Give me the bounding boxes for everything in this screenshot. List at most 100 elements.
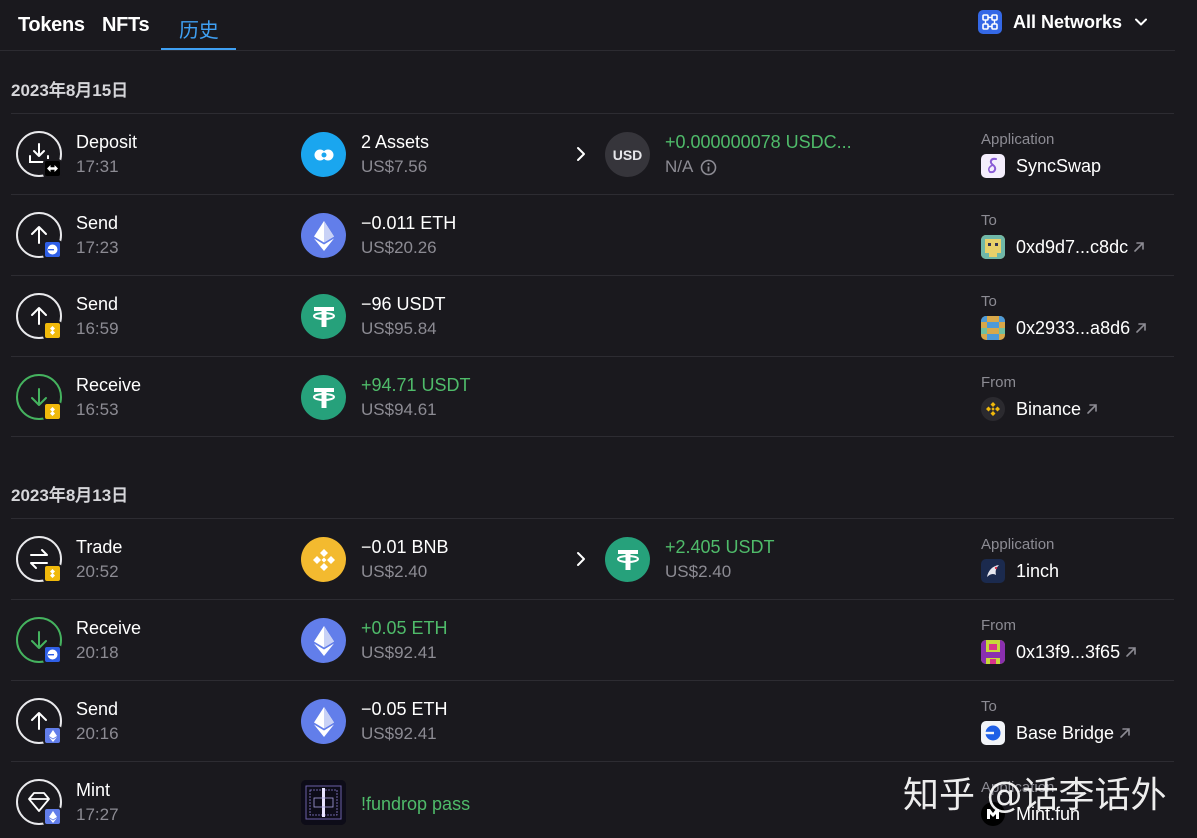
token-amount: 2 Assets	[361, 132, 430, 152]
transaction-row[interactable]: Receive 20:18 +0.05 ETH US$92.41 From 0x…	[11, 599, 1174, 680]
tab-tokens[interactable]: Tokens	[18, 14, 85, 37]
eth-token-icon	[301, 213, 346, 258]
counterparty[interactable]: 0x13f9...3f65	[981, 640, 1138, 664]
usd-value: US$95.84	[361, 319, 437, 338]
transaction-type: Receive	[76, 618, 142, 638]
received-amount: +0.000000078 USDC...	[665, 132, 852, 152]
history-screen: Tokens NFTs 历史 All Networks 2023年8月15日 D…	[0, 0, 1197, 838]
usdt-token-icon	[301, 375, 346, 420]
ethereum-chain-badge	[43, 726, 62, 745]
networks-icon	[978, 10, 1002, 34]
chevron-down-icon	[1135, 18, 1148, 26]
token-amount: −0.05 ETH	[361, 699, 448, 719]
date-header: 2023年8月13日	[11, 486, 129, 505]
chevron-right-icon	[577, 552, 585, 566]
nft-thumbnail	[301, 780, 346, 825]
usd-value: US$2.40	[361, 562, 428, 581]
bnb-chain-badge	[43, 321, 62, 340]
usd-token-label: USD	[612, 146, 643, 163]
network-label: All Networks	[1013, 11, 1123, 32]
token-amount: −96 USDT	[361, 294, 446, 314]
transaction-time: 17:27	[76, 805, 119, 824]
token-amount: −0.011 ETH	[361, 213, 457, 233]
top-divider	[0, 50, 1175, 51]
watermark-text: 知乎 @话李话外	[903, 775, 1167, 816]
external-link-icon[interactable]	[1124, 645, 1138, 659]
transaction-type: Trade	[76, 537, 123, 557]
transaction-type: Deposit	[76, 132, 138, 152]
transaction-time: 20:16	[76, 724, 119, 743]
counterparty[interactable]: Binance	[981, 397, 1099, 421]
received-usd-value: US$2.40	[665, 562, 732, 581]
usdt-token-icon	[605, 537, 650, 582]
zksync-chain-badge	[43, 159, 62, 178]
transaction-time: 16:53	[76, 400, 119, 419]
transaction-row[interactable]: Deposit 17:31 2 Assets US$7.56 USD +0.00…	[11, 113, 1174, 194]
transaction-row[interactable]: Send 20:16 −0.05 ETH US$92.41 To Base Br…	[11, 680, 1174, 761]
counterparty-name: 0x13f9...3f65	[1016, 641, 1121, 662]
syncswap-icon	[981, 154, 1005, 178]
token-amount: +0.05 ETH	[361, 618, 448, 638]
eth-token-icon	[301, 618, 346, 663]
counterparty[interactable]: 0x2933...a8d6	[981, 316, 1148, 340]
transaction-type: Mint	[76, 780, 111, 800]
top-bar: Tokens NFTs 历史 All Networks	[0, 0, 1197, 51]
chevron-right-icon	[577, 147, 585, 161]
counterparty-name: 0x2933...a8d6	[1016, 317, 1131, 338]
external-link-icon[interactable]	[1118, 726, 1132, 740]
transaction-type: Send	[76, 699, 119, 719]
1inch-icon	[981, 559, 1005, 583]
bnb-chain-badge	[43, 402, 62, 421]
usd-value: US$94.61	[361, 400, 437, 419]
usd-value: US$92.41	[361, 643, 437, 662]
address-avatar-icon	[981, 640, 1005, 664]
multi-assets-icon	[301, 132, 346, 177]
counterparty-label: Application	[981, 536, 1055, 553]
binance-icon	[981, 397, 1005, 421]
transaction-row[interactable]: Send 16:59 −96 USDT US$95.84 To 0x2933..…	[11, 275, 1174, 356]
counterparty[interactable]: 1inch	[981, 559, 1059, 583]
usdt-token-icon	[301, 294, 346, 339]
counterparty-name: Binance	[1016, 398, 1082, 419]
external-link-icon[interactable]	[1132, 240, 1146, 254]
usd-token-icon: USD	[605, 132, 650, 177]
counterparty[interactable]: SyncSwap	[981, 154, 1101, 178]
tab-history[interactable]: 历史	[179, 14, 219, 43]
counterparty-label: To	[981, 698, 997, 715]
received-usd-value: N/A	[665, 157, 717, 177]
transaction-type: Send	[76, 213, 119, 233]
tab-nfts[interactable]: NFTs	[102, 14, 150, 37]
network-selector[interactable]: All Networks	[978, 10, 1148, 34]
counterparty-label: To	[981, 212, 997, 229]
transaction-time: 17:31	[76, 157, 119, 176]
transaction-time: 17:23	[76, 238, 119, 257]
transaction-time: 20:18	[76, 643, 119, 662]
counterparty[interactable]: 0xd9d7...c8dc	[981, 235, 1146, 259]
address-avatar-icon	[981, 316, 1005, 340]
counterparty-label: From	[981, 617, 1016, 634]
external-link-icon[interactable]	[1085, 402, 1099, 416]
transaction-row[interactable]: Receive 16:53 +94.71 USDT US$94.61 From …	[11, 356, 1174, 437]
transaction-row[interactable]: Send 17:23 −0.011 ETH US$20.26 To 0xd9d7…	[11, 194, 1174, 275]
chain-badge-icon	[43, 645, 62, 664]
counterparty-name: 1inch	[1016, 560, 1060, 581]
counterparty-label: To	[981, 293, 997, 310]
bnb-chain-badge	[43, 564, 62, 583]
counterparty-label: Application	[981, 131, 1055, 148]
ethereum-chain-badge	[43, 807, 62, 826]
external-link-icon[interactable]	[1134, 321, 1148, 335]
usd-value: US$92.41	[361, 724, 437, 743]
counterparty-name: SyncSwap	[1016, 155, 1102, 176]
received-usd-text: N/A	[665, 157, 694, 176]
received-amount: +2.405 USDT	[665, 537, 775, 557]
counterparty-name: 0xd9d7...c8dc	[1016, 236, 1129, 257]
counterparty[interactable]: Base Bridge	[981, 721, 1132, 745]
date-header: 2023年8月15日	[11, 81, 129, 100]
usd-value: US$20.26	[361, 238, 437, 257]
transaction-row[interactable]: Trade 20:52 −0.01 BNB US$2.40 +2.405 USD…	[11, 518, 1174, 599]
info-icon[interactable]	[700, 159, 717, 176]
nft-name: !fundrop pass	[361, 794, 471, 814]
bnb-token-icon	[301, 537, 346, 582]
chain-badge-icon	[43, 240, 62, 259]
usd-value: US$7.56	[361, 157, 428, 176]
